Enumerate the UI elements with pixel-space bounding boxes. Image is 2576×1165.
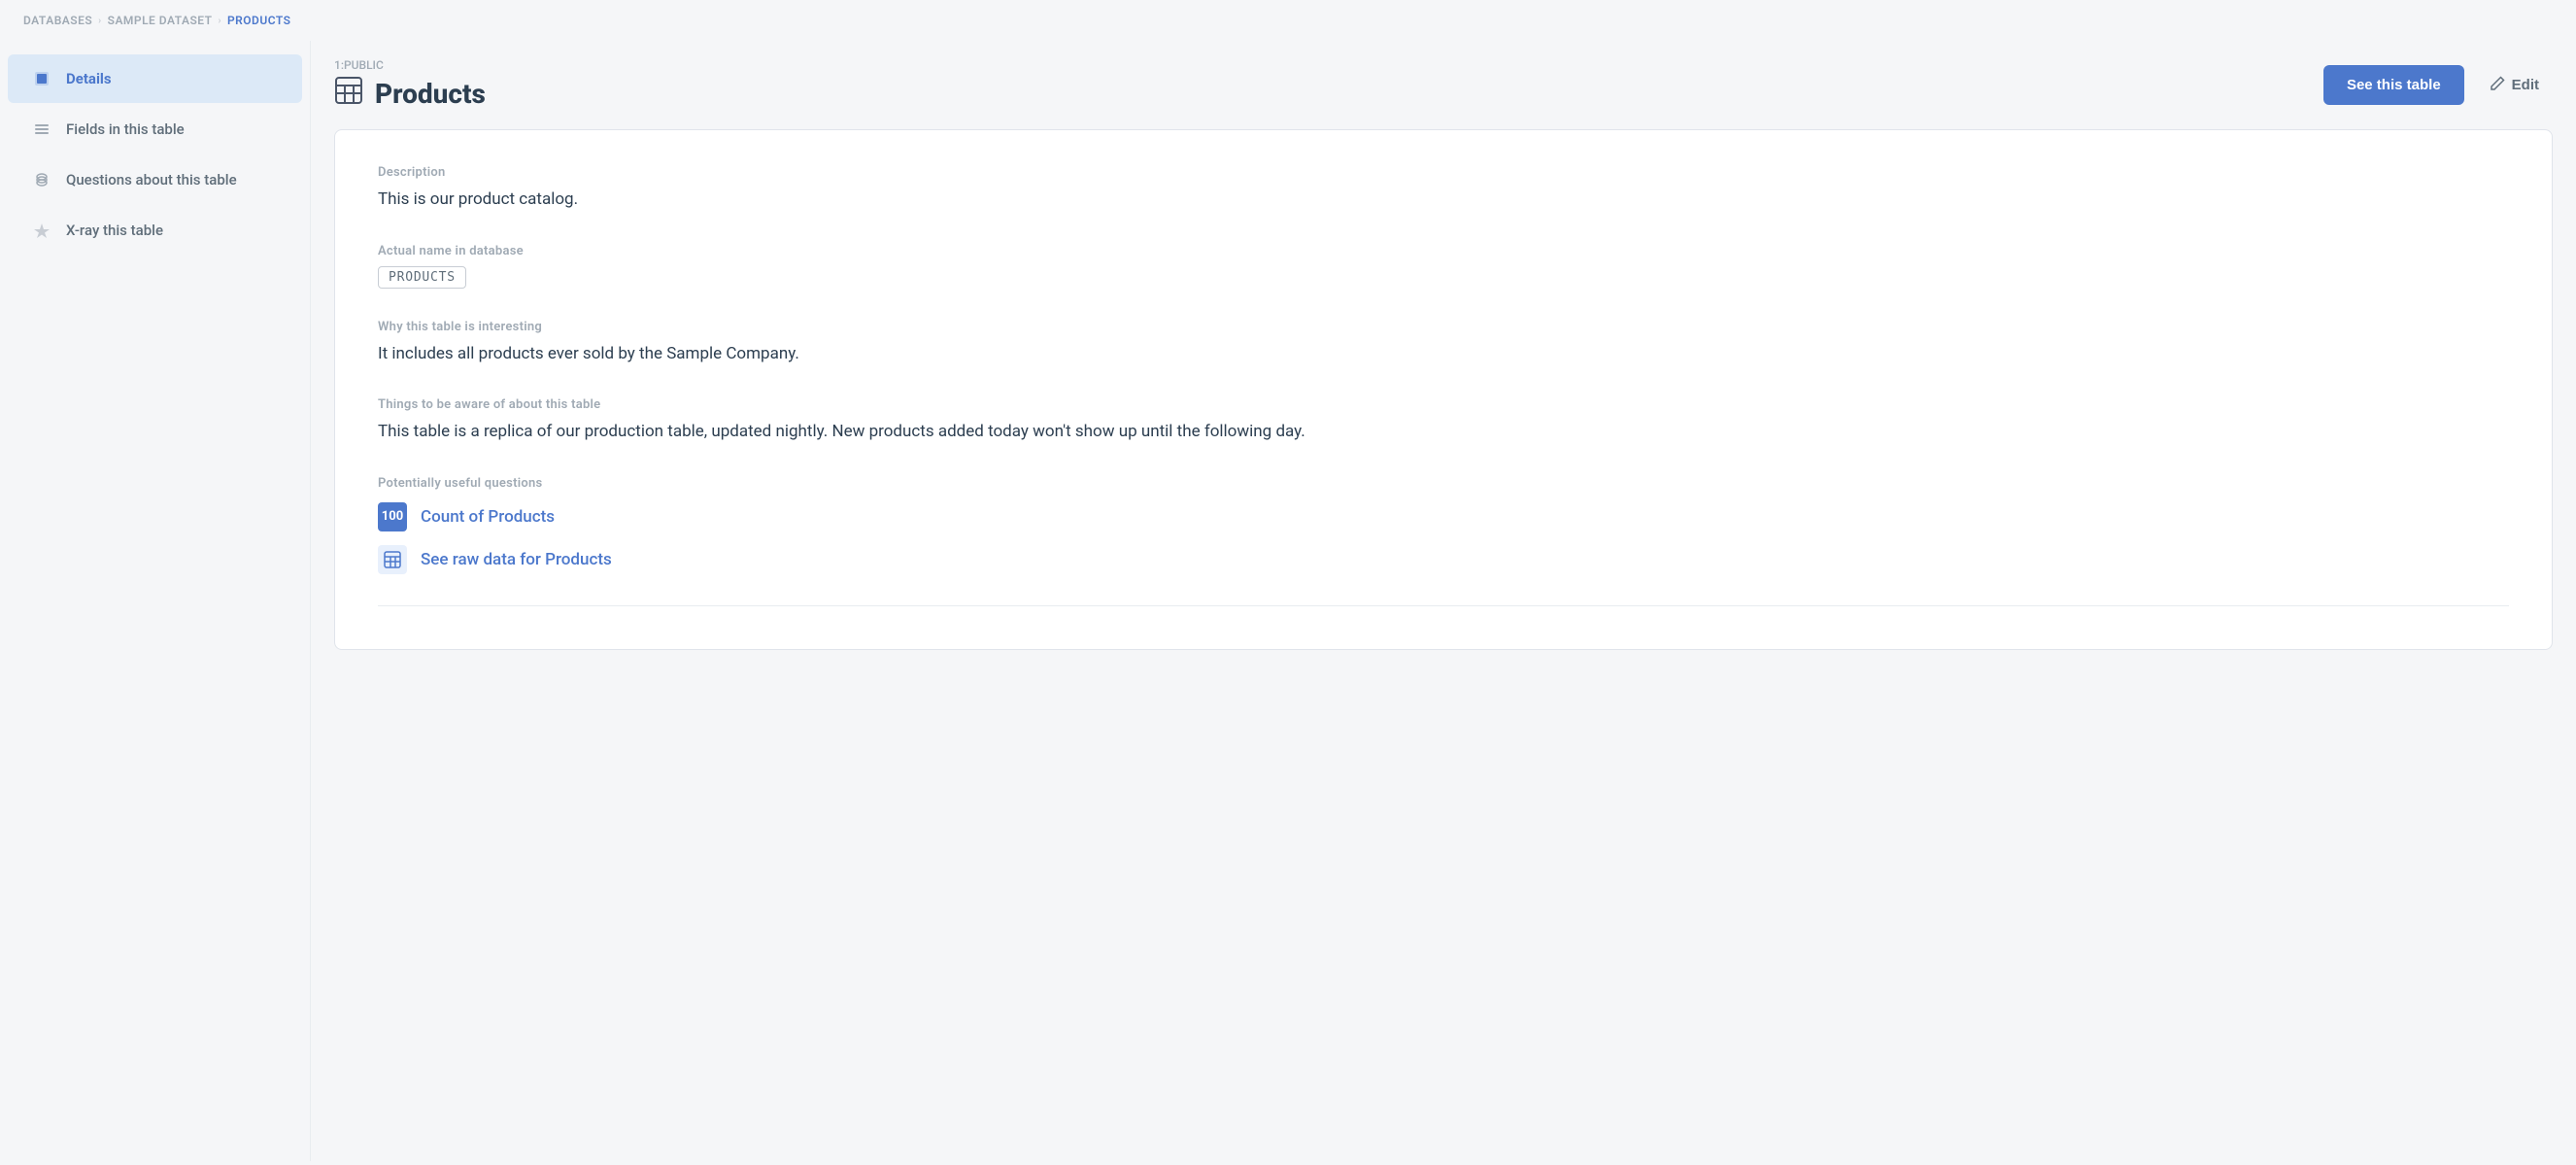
question-links: 100 Count of Products (378, 502, 2509, 574)
see-table-button[interactable]: See this table (2323, 65, 2464, 105)
edit-button[interactable]: Edit (2476, 66, 2553, 105)
edit-label: Edit (2512, 77, 2539, 93)
sidebar-item-details-label: Details (66, 70, 112, 87)
description-value: This is our product catalog. (378, 188, 2509, 213)
page-title-row: Products (334, 76, 486, 112)
details-icon (31, 68, 52, 89)
main-layout: Details Fields in this table Questio (0, 41, 2576, 1161)
question-raw-data-products[interactable]: See raw data for Products (378, 545, 2509, 574)
breadcrumb-sample-dataset[interactable]: SAMPLE DATASET (108, 14, 213, 27)
sidebar-item-questions-label: Questions about this table (66, 171, 237, 188)
description-section: Description This is our product catalog. (378, 165, 2509, 213)
sidebar-item-xray-label: X-ray this table (66, 222, 163, 239)
count-icon: 100 (378, 502, 407, 531)
sidebar-item-fields-label: Fields in this table (66, 120, 185, 138)
table-icon (334, 76, 363, 112)
count-products-label: Count of Products (421, 507, 555, 527)
sidebar-item-xray[interactable]: X-ray this table (8, 206, 302, 255)
things-aware-value: This table is a replica of our productio… (378, 420, 2509, 445)
raw-data-icon (378, 545, 407, 574)
raw-data-products-label: See raw data for Products (421, 550, 612, 569)
sidebar-item-questions[interactable]: Questions about this table (8, 155, 302, 204)
xray-icon (31, 220, 52, 241)
useful-questions-section: Potentially useful questions 100 Count o… (378, 476, 2509, 574)
breadcrumb: DATABASES › SAMPLE DATASET › PRODUCTS (0, 0, 2576, 41)
breadcrumb-products: PRODUCTS (227, 14, 290, 27)
db-name-badge: PRODUCTS (378, 266, 466, 289)
breadcrumb-databases[interactable]: DATABASES (23, 14, 92, 27)
section-divider (378, 605, 2509, 606)
actual-name-label: Actual name in database (378, 244, 2509, 258)
things-aware-section: Things to be aware of about this table T… (378, 397, 2509, 445)
content-area: 1:PUBLIC Products See this (311, 41, 2576, 1161)
page-title: Products (375, 78, 486, 110)
page-header-left: 1:PUBLIC Products (334, 58, 486, 112)
sidebar-item-details[interactable]: Details (8, 54, 302, 103)
chevron-icon-1: › (98, 16, 102, 26)
why-interesting-value: It includes all products ever sold by th… (378, 342, 2509, 367)
question-count-products[interactable]: 100 Count of Products (378, 502, 2509, 531)
why-interesting-section: Why this table is interesting It include… (378, 320, 2509, 367)
things-aware-label: Things to be aware of about this table (378, 397, 2509, 412)
questions-icon (31, 169, 52, 190)
fields-icon (31, 119, 52, 140)
useful-questions-label: Potentially useful questions (378, 476, 2509, 491)
chevron-icon-2: › (219, 16, 222, 26)
page-header-actions: See this table Edit (2323, 65, 2553, 105)
sidebar-item-fields[interactable]: Fields in this table (8, 105, 302, 154)
schema-label: 1:PUBLIC (334, 58, 486, 72)
description-label: Description (378, 165, 2509, 180)
sidebar: Details Fields in this table Questio (0, 41, 311, 1161)
why-interesting-label: Why this table is interesting (378, 320, 2509, 334)
page-header: 1:PUBLIC Products See this (334, 41, 2553, 129)
detail-card: Description This is our product catalog.… (334, 129, 2553, 650)
actual-name-section: Actual name in database PRODUCTS (378, 244, 2509, 289)
pencil-icon (2490, 76, 2505, 95)
